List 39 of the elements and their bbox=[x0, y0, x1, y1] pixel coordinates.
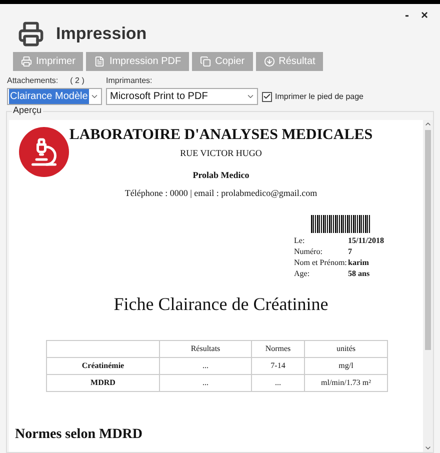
patient-value: karim bbox=[348, 256, 370, 268]
lab-brand: Prolab Medico bbox=[192, 168, 250, 182]
window-title: Impression bbox=[56, 23, 147, 46]
patient-label: Numéro: bbox=[294, 246, 324, 256]
printers-dropdown[interactable]: Microsoft Print to PDF bbox=[106, 88, 258, 105]
section-heading: Normes selon MDRD bbox=[15, 426, 143, 442]
table-header: unités bbox=[304, 340, 388, 357]
toolbar-button[interactable]: Imprimer bbox=[13, 52, 84, 71]
toolbar-button[interactable]: Impression PDF bbox=[86, 52, 190, 71]
table-cell: ... bbox=[160, 357, 252, 374]
toolbar-button[interactable]: Copier bbox=[192, 52, 253, 71]
patient-label: Age: bbox=[294, 268, 311, 278]
table-cell: MDRD bbox=[46, 374, 160, 391]
patient-label: Nom et Prénom: bbox=[294, 256, 348, 268]
lab-name: LABORATOIRE D'ANALYSES MEDICALES bbox=[69, 126, 373, 144]
footer-option-label: Imprimer le pied de page bbox=[275, 90, 364, 102]
patient-label: Le: bbox=[294, 234, 306, 246]
attachments-label: Attachements: bbox=[7, 75, 58, 87]
attachments-dropdown[interactable]: Clairance Modèle bbox=[7, 88, 102, 105]
toolbar-button[interactable]: Résultat bbox=[256, 52, 324, 71]
table-cell: ... bbox=[160, 374, 252, 391]
table-header: Résultats bbox=[160, 340, 252, 357]
minimize-button[interactable]: - bbox=[404, 6, 409, 24]
patient-value: 58 ans bbox=[348, 268, 371, 278]
patient-value: 7 bbox=[348, 246, 353, 256]
table-cell: 7-14 bbox=[252, 357, 304, 374]
sheet-heading: Fiche Clairance de Créatinine bbox=[114, 292, 328, 316]
lab-contact: Téléphone : 0000 | email : prolabmedico@gmail.com bbox=[124, 187, 318, 200]
table-header: Normes bbox=[252, 340, 304, 357]
attachments-count: ( 2 ) bbox=[70, 75, 84, 87]
printers-label: Imprimantes: bbox=[106, 75, 154, 87]
patient-value: 15/11/2018 bbox=[348, 234, 386, 246]
table-cell: ... bbox=[252, 374, 304, 391]
preview-title: Aperçu bbox=[12, 106, 43, 115]
table-cell: mg/l bbox=[304, 357, 388, 374]
close-button[interactable]: × bbox=[420, 6, 428, 24]
lab-street: RUE VICTOR HUGO bbox=[180, 147, 262, 160]
table-cell: ml/min/1.73 m² bbox=[304, 374, 388, 391]
table-cell: Créatinémie bbox=[46, 357, 160, 374]
